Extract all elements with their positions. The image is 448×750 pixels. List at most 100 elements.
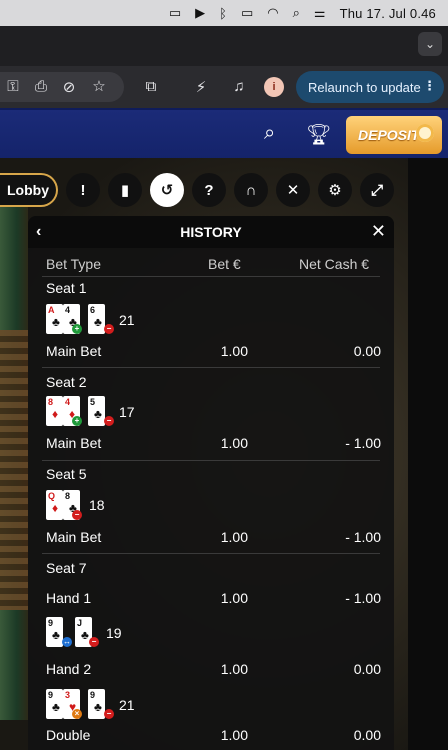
help-button[interactable]: ? — [192, 173, 226, 207]
stand-badge-icon: − — [104, 709, 114, 719]
hand-total: 21 — [119, 312, 135, 328]
bluetooth-icon[interactable]: ᛒ — [219, 6, 227, 21]
divider — [42, 276, 380, 277]
install-app-icon[interactable]: ⎙ — [28, 78, 54, 95]
chevron-down-icon: ⌄ — [424, 37, 436, 51]
help-icon: ? — [204, 181, 214, 199]
hand-total: 19 — [106, 625, 122, 641]
display-icon[interactable]: ▭ — [169, 5, 181, 21]
seat-label: Seat 5 — [46, 466, 87, 482]
history-icon: ↺ — [160, 182, 174, 199]
net-cash: - 1.00 — [345, 590, 381, 606]
speaker-mute-icon: ✕ — [286, 182, 300, 199]
support-button[interactable]: ∩ — [234, 173, 268, 207]
wood-decor — [0, 330, 28, 610]
eye-off-icon[interactable]: ⊘ — [56, 78, 82, 96]
performance-icon[interactable]: ⚡ — [188, 78, 214, 96]
stand-badge-icon: − — [104, 416, 114, 426]
bet-amount: 1.00 — [220, 661, 248, 677]
macos-menubar: ▭ ▶ ᛒ ▭ ◠ ⌕ ⚌ Thu 17. Jul 0.46 — [0, 0, 448, 26]
headset-icon: ∩ — [245, 181, 257, 199]
card: 8 ♦ — [46, 396, 63, 426]
browser-tabstrip: ⌄ — [0, 26, 448, 66]
seat-label: Seat 1 — [46, 280, 87, 296]
seat-label: Seat 2 — [46, 374, 87, 390]
divider — [42, 367, 380, 368]
coins-icon — [416, 124, 434, 142]
hand-total: 17 — [119, 404, 135, 420]
search-icon[interactable]: ⌕ — [264, 122, 275, 145]
hand-total: 18 — [89, 497, 105, 513]
col-bet: Bet € — [208, 256, 241, 272]
bet-amount: 1.00 — [220, 727, 248, 743]
history-header: ‹ HISTORY ✕ — [28, 216, 394, 248]
bet-amount: 1.00 — [220, 435, 248, 451]
star-icon[interactable]: ☆ — [86, 77, 112, 95]
gear-icon: ⚙ — [328, 182, 342, 199]
stand-badge-icon: − — [72, 510, 82, 520]
site-header: ⌕ 🏆︎ DEPOSIT — [0, 108, 448, 160]
stand-badge-icon: − — [104, 324, 114, 334]
mute-button[interactable]: ✕ — [276, 173, 310, 207]
bet-type-label: Main Bet — [46, 435, 102, 451]
bet-type-label: Main Bet — [46, 529, 102, 545]
wifi-icon[interactable]: ◠ — [267, 5, 278, 21]
net-cash: 0.00 — [353, 727, 381, 743]
alert-icon: ! — [80, 181, 86, 199]
net-cash: - 1.00 — [345, 529, 381, 545]
menubar-clock[interactable]: Thu 17. Jul 0.46 — [340, 6, 436, 21]
divider — [42, 460, 380, 461]
card: 5 ♣ — [88, 396, 105, 426]
key-icon[interactable]: ⚿ — [0, 78, 26, 95]
settings-button[interactable]: ⚙ — [318, 173, 352, 207]
stand-badge-icon: − — [89, 637, 99, 647]
net-cash: 0.00 — [353, 343, 381, 359]
bet-amount: 1.00 — [220, 343, 248, 359]
card: 9 ♣ — [46, 689, 63, 719]
battery-icon[interactable]: ▭ — [241, 5, 253, 21]
split-badge-icon: ↔ — [62, 637, 72, 647]
kebab-menu-icon[interactable]: ⋮ — [423, 78, 436, 94]
card: 9 ♣ — [46, 617, 63, 647]
bet-type-label: Main Bet — [46, 343, 102, 359]
hit-badge-icon: + — [72, 416, 82, 426]
play-icon[interactable]: ▶ — [195, 5, 205, 21]
back-icon[interactable]: ‹ — [36, 223, 41, 241]
col-bet-type: Bet Type — [46, 256, 102, 272]
net-cash: 0.00 — [353, 661, 381, 677]
relaunch-button[interactable]: Relaunch to update ⋮ — [296, 71, 444, 103]
profile-avatar[interactable]: i — [264, 77, 284, 97]
hand-label: Hand 2 — [46, 661, 92, 677]
history-title: HISTORY — [180, 224, 242, 240]
media-controls-icon[interactable]: ♫ — [226, 78, 252, 95]
bet-type-label: Double — [46, 727, 91, 743]
hand-label: Hand 1 — [46, 590, 92, 606]
trophy-icon[interactable]: 🏆︎ — [306, 122, 331, 147]
chat-icon: ▮ — [120, 182, 130, 199]
fullscreen-button[interactable]: ⤢ — [360, 173, 394, 207]
lobby-button[interactable]: Lobby — [0, 173, 58, 207]
search-icon[interactable]: ⌕ — [293, 5, 300, 21]
close-icon[interactable]: ✕ — [371, 221, 386, 242]
chat-button[interactable]: ▮ — [108, 173, 142, 207]
history-button[interactable]: ↺ — [150, 173, 184, 207]
side-strip — [408, 158, 448, 750]
fullscreen-icon: ⤢ — [370, 181, 383, 199]
extensions-icon[interactable]: ⧉ — [138, 78, 164, 95]
control-center-icon[interactable]: ⚌ — [314, 5, 326, 21]
col-net-cash: Net Cash € — [299, 256, 370, 272]
card: 9 ♣ — [88, 689, 105, 719]
hand-total: 21 — [119, 697, 135, 713]
bet-amount: 1.00 — [220, 529, 248, 545]
seat-label: Seat 7 — [46, 560, 87, 576]
net-cash: - 1.00 — [345, 435, 381, 451]
address-bar[interactable]: ⚿ ⎙ ⊘ ☆ — [0, 72, 124, 102]
hit-badge-icon: + — [72, 324, 82, 334]
browser-toolbar: ⚿ ⎙ ⊘ ☆ ⧉ ⚡ ♫ i Relaunch to update ⋮ — [0, 66, 448, 108]
deposit-button[interactable]: DEPOSIT — [346, 116, 442, 154]
alert-button[interactable]: ! — [66, 173, 100, 207]
card: A ♣ — [46, 304, 63, 334]
tab-search-dropdown[interactable]: ⌄ — [418, 32, 442, 56]
divider — [42, 553, 380, 554]
bet-amount: 1.00 — [220, 590, 248, 606]
